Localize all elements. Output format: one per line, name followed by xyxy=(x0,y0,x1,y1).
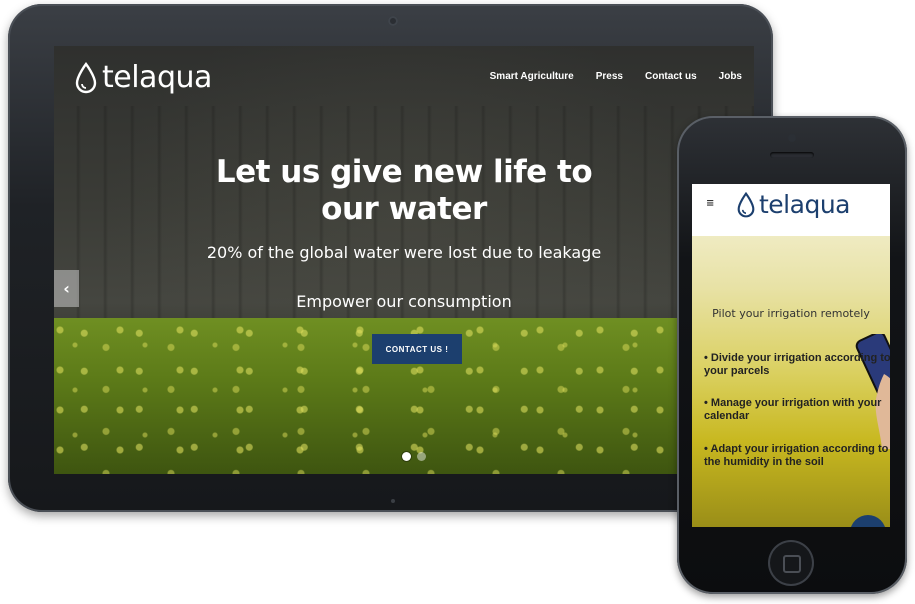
water-drop-icon xyxy=(75,61,97,93)
phone-home-button[interactable] xyxy=(768,540,814,586)
chevron-left-icon: ‹ xyxy=(63,279,70,298)
main-nav: Smart Agriculture Press Contact us Jobs xyxy=(490,71,742,82)
mobile-bullet: • Adapt your irrigation according to the… xyxy=(704,443,890,469)
tablet-camera xyxy=(388,16,398,26)
phone-device: ≡ telaqua Pilot your irrigation remotely… xyxy=(677,116,907,594)
carousel-prev-button[interactable]: ‹ xyxy=(54,270,79,307)
tablet-device: telaqua Smart Agriculture Press Contact … xyxy=(8,4,773,512)
nav-item-press[interactable]: Press xyxy=(596,71,623,82)
phone-camera xyxy=(788,134,796,142)
bullet-dot: • xyxy=(704,397,711,409)
hero-subtitle: 20% of the global water were lost due to… xyxy=(206,243,602,262)
bullet-text: Divide your irrigation according to your… xyxy=(704,352,890,377)
mobile-bullet: • Manage your irrigation with your calen… xyxy=(704,397,890,423)
water-drop-icon xyxy=(737,191,755,217)
carousel-dots xyxy=(402,452,426,461)
mobile-headline: Pilot your irrigation remotely xyxy=(712,307,870,320)
carousel-dot-2[interactable] xyxy=(417,452,426,461)
bullet-text: Adapt your irrigation according to the h… xyxy=(704,443,889,468)
phone-speaker xyxy=(770,152,814,158)
site-logo[interactable]: telaqua xyxy=(74,60,212,95)
hamburger-menu-icon[interactable]: ≡ xyxy=(706,198,714,209)
mobile-bullet: • Divide your irrigation according to yo… xyxy=(704,352,890,378)
carousel-dot-1[interactable] xyxy=(402,452,411,461)
contact-us-button[interactable]: CONTACT US ! xyxy=(372,334,462,364)
nav-item-smart-agriculture[interactable]: Smart Agriculture xyxy=(490,71,574,82)
bullet-text: Manage your irrigation with your calenda… xyxy=(704,397,882,422)
logo-text: telaqua xyxy=(102,60,212,95)
hero-tagline: Empower our consumption xyxy=(296,292,512,311)
hero-title: Let us give new life to our water xyxy=(215,154,593,227)
tablet-sensor xyxy=(391,499,395,503)
mobile-logo[interactable]: telaqua xyxy=(736,190,850,219)
nav-item-jobs[interactable]: Jobs xyxy=(719,71,742,82)
chat-button[interactable] xyxy=(850,515,886,527)
mobile-logo-text: telaqua xyxy=(759,190,850,219)
bullet-dot: • xyxy=(704,352,711,364)
phone-screen: ≡ telaqua Pilot your irrigation remotely… xyxy=(692,184,890,527)
mobile-header: ≡ telaqua xyxy=(692,184,890,236)
home-square-icon xyxy=(783,555,801,573)
tablet-screen: telaqua Smart Agriculture Press Contact … xyxy=(54,46,754,474)
nav-item-contact-us[interactable]: Contact us xyxy=(645,71,697,82)
